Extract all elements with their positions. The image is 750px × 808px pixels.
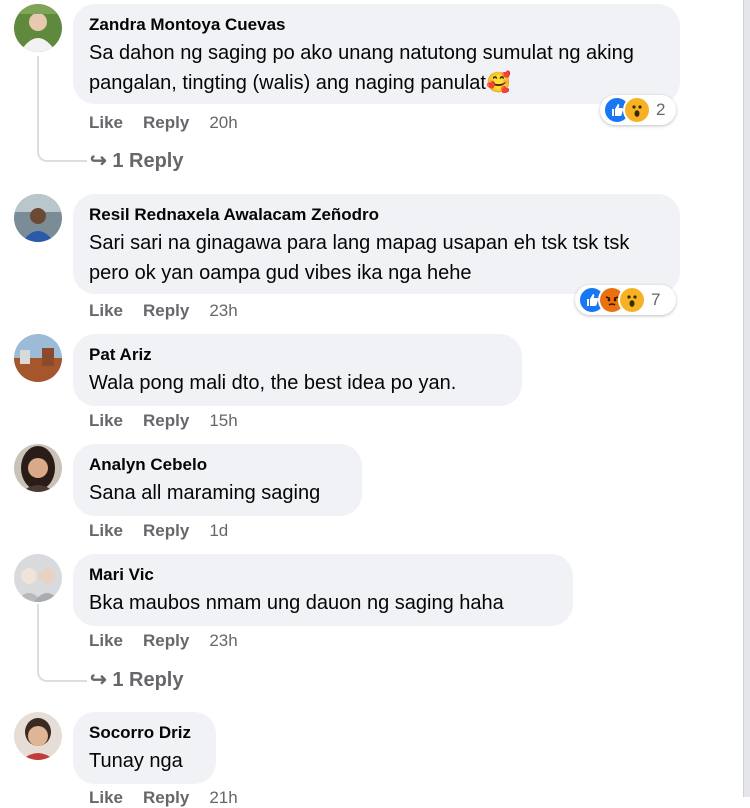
reaction-count: 7 — [651, 290, 661, 309]
reply-button[interactable]: Reply — [143, 113, 189, 132]
reaction-summary[interactable]: 2 — [600, 95, 676, 125]
scrollbar-track[interactable] — [744, 0, 750, 797]
comment-actions: Like Reply 15h — [89, 411, 238, 431]
reply-arrow-icon: ↪ — [90, 669, 107, 691]
reply-arrow-icon: ↪ — [90, 150, 107, 172]
reply-button[interactable]: Reply — [143, 631, 189, 650]
avatar[interactable] — [14, 712, 62, 760]
comment-author[interactable]: Mari Vic — [89, 564, 557, 586]
comment-timestamp[interactable]: 1d — [209, 521, 228, 540]
like-button[interactable]: Like — [89, 631, 123, 650]
like-button[interactable]: Like — [89, 301, 123, 320]
comment-bubble: Socorro Driz Tunay nga — [73, 712, 216, 784]
like-button[interactable]: Like — [89, 411, 123, 430]
comment-bubble: Analyn Cebelo Sana all maraming saging — [73, 444, 362, 516]
comment-timestamp[interactable]: 15h — [209, 411, 237, 430]
comment-actions: Like Reply 23h — [89, 631, 238, 651]
comment-author[interactable]: Analyn Cebelo — [89, 454, 346, 476]
wow-icon — [623, 96, 651, 124]
comment-actions: Like Reply 20h — [89, 113, 238, 133]
comment-actions: Like Reply 21h — [89, 788, 238, 808]
comment-actions: Like Reply 1d — [89, 521, 228, 541]
comment-bubble: Resil Rednaxela Awalacam Zeñodro Sari sa… — [73, 194, 680, 294]
avatar[interactable] — [14, 334, 62, 382]
reaction-count: 2 — [656, 100, 666, 119]
avatar[interactable] — [14, 554, 62, 602]
comment-timestamp[interactable]: 20h — [209, 113, 237, 132]
view-replies-label: 1 Reply — [112, 669, 184, 691]
comment-timestamp[interactable]: 21h — [209, 788, 237, 807]
comment-author[interactable]: Socorro Driz — [89, 722, 200, 744]
view-replies-link[interactable]: ↪ 1 Reply — [90, 667, 183, 692]
comment-timestamp[interactable]: 23h — [209, 301, 237, 320]
avatar[interactable] — [14, 4, 62, 52]
comment-text: Bka maubos nmam ung dauon ng saging haha — [89, 592, 504, 614]
reply-button[interactable]: Reply — [143, 301, 189, 320]
reaction-summary[interactable]: 7 — [575, 285, 676, 315]
comment-text: Sana all maraming saging — [89, 482, 321, 504]
wow-icon — [618, 286, 646, 314]
reply-button[interactable]: Reply — [143, 411, 189, 430]
like-button[interactable]: Like — [89, 521, 123, 540]
view-replies-label: 1 Reply — [112, 150, 184, 172]
avatar[interactable] — [14, 444, 62, 492]
reply-button[interactable]: Reply — [143, 788, 189, 807]
comment-actions: Like Reply 23h — [89, 301, 238, 321]
comment-text: Tunay nga — [89, 750, 183, 772]
view-replies-link[interactable]: ↪ 1 Reply — [90, 148, 183, 173]
comment-author[interactable]: Pat Ariz — [89, 344, 506, 366]
comment-timestamp[interactable]: 23h — [209, 631, 237, 650]
comment-text: Sari sari na ginagawa para lang mapag us… — [89, 232, 630, 284]
comment-text: Wala pong mali dto, the best idea po yan… — [89, 372, 457, 394]
comment-text: Sa dahon ng saging po ako unang natutong… — [89, 42, 634, 94]
comment-bubble: Zandra Montoya Cuevas Sa dahon ng saging… — [73, 4, 680, 104]
avatar[interactable] — [14, 194, 62, 242]
like-button[interactable]: Like — [89, 113, 123, 132]
comment-author[interactable]: Zandra Montoya Cuevas — [89, 14, 664, 36]
comment-bubble: Pat Ariz Wala pong mali dto, the best id… — [73, 334, 522, 406]
like-button[interactable]: Like — [89, 788, 123, 807]
comment-author[interactable]: Resil Rednaxela Awalacam Zeñodro — [89, 204, 664, 226]
reply-button[interactable]: Reply — [143, 521, 189, 540]
comment-bubble: Mari Vic Bka maubos nmam ung dauon ng sa… — [73, 554, 573, 626]
